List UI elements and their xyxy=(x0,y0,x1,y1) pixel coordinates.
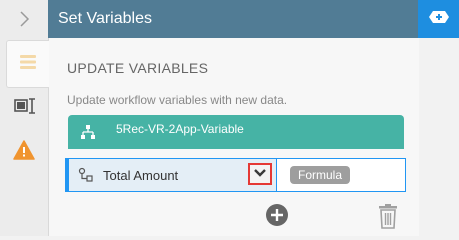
delete-row-button[interactable] xyxy=(378,203,398,229)
chevron-right-icon[interactable] xyxy=(0,0,48,38)
plus-circle-icon xyxy=(265,204,289,231)
properties-tab[interactable] xyxy=(6,40,49,88)
panel-content: UPDATE VARIABLES Update workflow variabl… xyxy=(49,38,419,236)
section-description: Update workflow variables with new data. xyxy=(67,93,288,107)
variable-name: Total Amount xyxy=(103,167,179,183)
panel-header: Set Variables xyxy=(48,0,418,38)
text-cursor-icon[interactable] xyxy=(13,96,37,116)
value-field[interactable]: Formula xyxy=(276,159,405,191)
chevron-down-icon xyxy=(253,165,267,183)
trash-icon xyxy=(378,204,398,233)
warning-icon[interactable] xyxy=(13,140,35,160)
variable-icon xyxy=(77,166,95,184)
variable-source-label: 5Rec-VR-2App-Variable xyxy=(116,122,244,136)
header-action-button[interactable] xyxy=(418,0,459,38)
hierarchy-icon xyxy=(80,124,96,140)
variable-source-bar[interactable]: 5Rec-VR-2App-Variable xyxy=(68,115,404,149)
list-icon xyxy=(18,53,38,76)
variable-selector[interactable]: Total Amount xyxy=(66,159,276,191)
panel-title: Set Variables xyxy=(58,10,152,27)
right-gutter xyxy=(419,38,459,236)
left-rail xyxy=(0,0,49,236)
add-variable-icon xyxy=(428,10,450,29)
add-row-button[interactable] xyxy=(265,203,289,227)
formula-tag[interactable]: Formula xyxy=(290,166,351,184)
section-title: UPDATE VARIABLES xyxy=(67,60,209,76)
variable-row: Total Amount Formula xyxy=(65,158,406,192)
variable-dropdown-button[interactable] xyxy=(248,163,272,185)
